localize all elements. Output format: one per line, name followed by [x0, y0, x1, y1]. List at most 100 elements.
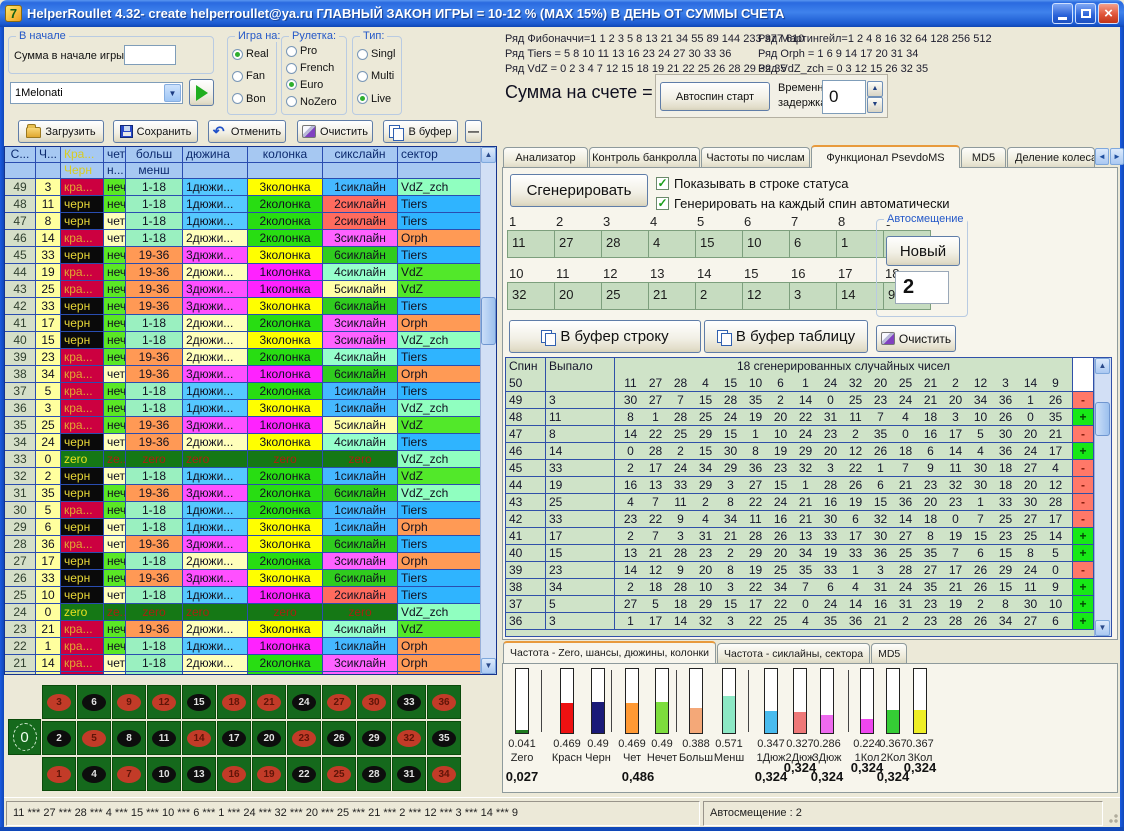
roulette-cell-8[interactable]: 8 — [112, 721, 146, 755]
table-row[interactable]: 411727331212826133317302781915232514+ — [506, 528, 1111, 545]
table-row[interactable]: 4419кра...неч19-362дюжи...1колонка4сикла… — [5, 264, 482, 281]
close-button[interactable] — [1098, 3, 1119, 24]
table-row[interactable]: 2114кра...чет1-182дюжи...2колонка3сиклай… — [5, 655, 482, 672]
minimize-button[interactable] — [1052, 3, 1073, 24]
radio-french[interactable]: French — [286, 62, 345, 74]
roulette-cell-1[interactable]: 1 — [42, 757, 76, 791]
table-row[interactable]: 478чернчет1-181дюжи...2колонка2сиклайнTi… — [5, 213, 482, 230]
clear-button[interactable]: Очистить — [876, 325, 956, 352]
table-row[interactable]: 4325кра...неч19-363дюжи...1колонка5сикла… — [5, 281, 482, 298]
table-row[interactable]: 4811черннеч1-181дюжи...2колонка2сиклайнT… — [5, 196, 482, 213]
tab-функционал-psevdoms[interactable]: Функционал PsevdoMS — [811, 145, 960, 168]
roulette-cell-23[interactable]: 23 — [287, 721, 321, 755]
scroll-down-icon[interactable] — [1095, 620, 1110, 636]
table-row[interactable]: 363кра...неч1-181дюжи...3колонка1сиклайн… — [5, 400, 482, 417]
chevron-down-icon[interactable] — [164, 84, 181, 102]
table-row[interactable]: 2014кра...чет1-182дюжи...2колонка3сиклай… — [5, 672, 482, 675]
roulette-cell-5[interactable]: 5 — [77, 721, 111, 755]
freq-tab-3[interactable]: MD5 — [871, 643, 907, 663]
roulette-cell-0[interactable]: 0 — [8, 719, 41, 755]
tab-контроль-банкролла[interactable]: Контроль банкролла — [589, 147, 700, 168]
roulette-cell-20[interactable]: 20 — [252, 721, 286, 755]
maximize-button[interactable] — [1075, 3, 1096, 24]
roulette-cell-7[interactable]: 7 — [112, 757, 146, 791]
roulette-cell-4[interactable]: 4 — [77, 757, 111, 791]
toolbar-button-2[interactable]: Сохранить — [113, 120, 198, 143]
table-row[interactable]: 2717черннеч1-182дюжи...2колонка3сиклайнO… — [5, 553, 482, 570]
shift-value-input[interactable]: 2 — [895, 271, 949, 304]
roulette-cell-28[interactable]: 28 — [357, 757, 391, 791]
tab-частоты-по-числам[interactable]: Частоты по числам — [701, 147, 810, 168]
table-row[interactable]: 4533черннеч19-363дюжи...3колонка6сиклайн… — [5, 247, 482, 264]
toolbar-button-4[interactable]: Очистить — [297, 120, 373, 143]
new-shift-button[interactable]: Новый — [886, 236, 960, 266]
radio-pro[interactable]: Pro — [286, 45, 345, 57]
roulette-cell-17[interactable]: 17 — [217, 721, 251, 755]
tabs-scroll-right-icon[interactable] — [1110, 148, 1124, 165]
table-row[interactable]: 50112728415106124322025212123149 — [506, 375, 1111, 392]
checkbox-generate-each-spin[interactable]: Генерировать на каждый спин автоматическ… — [656, 196, 950, 211]
table-row[interactable]: 322чернчет1-181дюжи...2колонка1сиклайнVd… — [5, 468, 482, 485]
table-row[interactable]: 305кра...неч1-181дюжи...2колонка1сиклайн… — [5, 502, 482, 519]
checkbox-show-in-status[interactable]: Показывать в строке статуса — [656, 176, 849, 191]
table-row[interactable]: 375кра...неч1-181дюжи...2колонка1сиклайн… — [5, 383, 482, 400]
roulette-cell-33[interactable]: 33 — [392, 685, 426, 719]
radio-bon[interactable]: Bon — [232, 93, 275, 105]
table-row[interactable]: 4117черннеч1-182дюжи...2колонка3сиклайнO… — [5, 315, 482, 332]
roulette-cell-19[interactable]: 19 — [252, 757, 286, 791]
table-row[interactable]: 3135черннеч19-363дюжи...2колонка6сиклайн… — [5, 485, 482, 502]
radio-live[interactable]: Live — [357, 93, 400, 105]
copy-table-button[interactable]: В буфер таблицу — [704, 320, 868, 353]
tabs-scroll-left-icon[interactable] — [1095, 148, 1109, 165]
autospin-start-button[interactable]: Автоспин старт — [660, 82, 770, 111]
table-row[interactable]: 2836кра...чет19-363дюжи...3колонка6сикла… — [5, 536, 482, 553]
copy-row-button[interactable]: В буфер строку — [509, 320, 701, 353]
spin-table-scrollbar[interactable] — [1094, 358, 1111, 636]
roulette-cell-15[interactable]: 15 — [182, 685, 216, 719]
radio-real[interactable]: Real — [232, 48, 275, 60]
start-sum-input[interactable] — [124, 45, 176, 65]
roulette-cell-25[interactable]: 25 — [322, 757, 356, 791]
roulette-cell-31[interactable]: 31 — [392, 757, 426, 791]
table-row[interactable]: 3525кра...неч19-363дюжи...1колонка5сикла… — [5, 417, 482, 434]
table-row[interactable]: 49330277152835214025232421203436126- — [506, 392, 1111, 409]
table-row[interactable]: 39231412920819253533132827172629240- — [506, 562, 1111, 579]
roulette-cell-10[interactable]: 10 — [147, 757, 181, 791]
roulette-cell-36[interactable]: 36 — [427, 685, 461, 719]
radio-nozero[interactable]: NoZero — [286, 96, 345, 108]
table-row[interactable]: 3424чернчет19-362дюжи...3колонка4сиклайн… — [5, 434, 482, 451]
roulette-cell-13[interactable]: 13 — [182, 757, 216, 791]
roulette-cell-12[interactable]: 12 — [147, 685, 181, 719]
roulette-cell-2[interactable]: 2 — [42, 721, 76, 755]
resize-grip[interactable] — [1106, 811, 1119, 824]
scrollbar-thumb[interactable] — [481, 297, 496, 345]
scrollbar-thumb[interactable] — [1095, 402, 1110, 436]
roulette-cell-9[interactable]: 9 — [112, 685, 146, 719]
roulette-cell-29[interactable]: 29 — [357, 721, 391, 755]
toolbar-button-5[interactable]: В буфер — [383, 120, 458, 143]
roulette-cell-35[interactable]: 35 — [427, 721, 461, 755]
radio-multi[interactable]: Multi — [357, 70, 400, 82]
history-table-scrollbar[interactable] — [480, 147, 496, 674]
table-row[interactable]: 42332322943411162130632141807252717- — [506, 511, 1111, 528]
table-row[interactable]: 4811812825241920223111741831026035+ — [506, 409, 1111, 426]
roulette-cell-6[interactable]: 6 — [77, 685, 111, 719]
scroll-up-icon[interactable] — [481, 147, 496, 163]
table-row[interactable]: 4233черннеч19-363дюжи...3колонка6сиклайн… — [5, 298, 482, 315]
roulette-cell-32[interactable]: 32 — [392, 721, 426, 755]
table-row[interactable]: 43254711282224211619153620231333028- — [506, 494, 1111, 511]
tab-анализатор[interactable]: Анализатор — [503, 147, 588, 168]
table-row[interactable]: 3631171432322254353621223282634276+ — [506, 613, 1111, 630]
table-row[interactable]: 46140282153081929201226186144362417+ — [506, 443, 1111, 460]
table-row[interactable]: 3834кра...чет19-363дюжи...1колонка6сикла… — [5, 366, 482, 383]
table-row[interactable]: 47814222529151102423235016175302021- — [506, 426, 1111, 443]
roulette-cell-22[interactable]: 22 — [287, 757, 321, 791]
table-row[interactable]: 296чернчет1-181дюжи...3колонка1сиклайнOr… — [5, 519, 482, 536]
freq-tab-1[interactable]: Частота - Zero, шансы, дюжины, колонки — [503, 641, 716, 663]
toolbar-button-3[interactable]: Отменить — [208, 120, 286, 143]
scroll-up-icon[interactable] — [1095, 358, 1110, 374]
table-row[interactable]: 4015черннеч1-182дюжи...3колонка3сиклайнV… — [5, 332, 482, 349]
roulette-cell-34[interactable]: 34 — [427, 757, 461, 791]
roulette-cell-21[interactable]: 21 — [252, 685, 286, 719]
preset-combo[interactable]: 1Melonati — [10, 82, 183, 104]
